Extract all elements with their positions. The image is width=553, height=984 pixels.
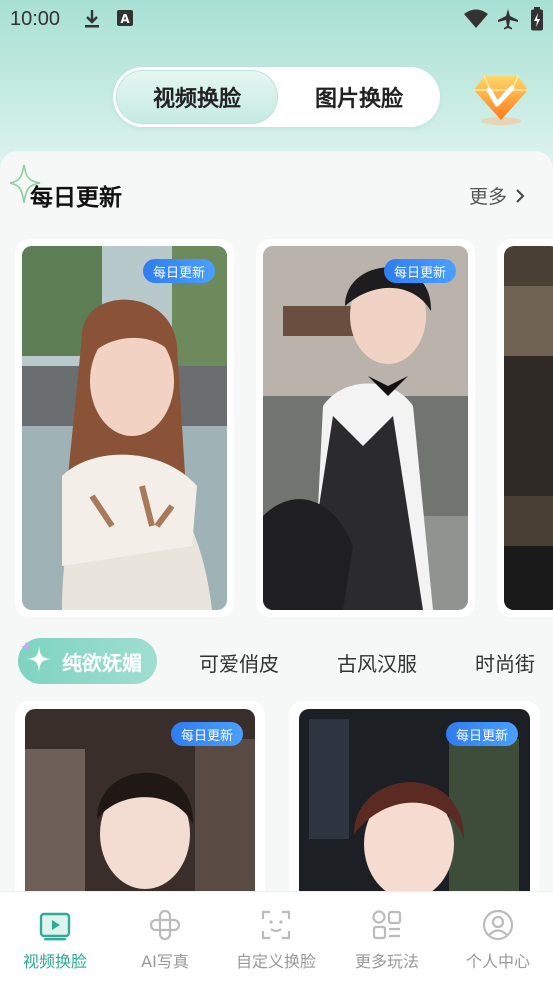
grid-more-icon: [372, 910, 402, 940]
nav-label: 自定义换脸: [235, 952, 316, 971]
status-bar: 10:00 A: [0, 0, 553, 38]
more-label: 更多: [468, 186, 507, 208]
battery-charging-icon: [531, 7, 543, 31]
nav-ai-portrait[interactable]: AI写真: [110, 892, 220, 984]
daily-update-title: 每日更新: [30, 185, 122, 211]
chevron-right-icon: [516, 188, 525, 203]
daily-card-3-image: [504, 246, 553, 610]
daily-more-link[interactable]: 更多: [469, 182, 525, 209]
template-card-2[interactable]: 每日更新: [289, 701, 540, 916]
status-time: 10:00: [10, 8, 61, 30]
profile-icon: [482, 909, 514, 941]
daily-update-tag: 每日更新: [142, 259, 215, 283]
daily-update-tag: 每日更新: [383, 259, 456, 283]
template-card-1-image: 每日更新: [25, 709, 255, 916]
face-scan-icon: [261, 910, 291, 940]
template-card-1[interactable]: 每日更新: [15, 701, 265, 916]
airplane-icon: [498, 9, 518, 30]
template-card-2-image: 每日更新: [299, 709, 530, 916]
sparkle-icon: [21, 641, 51, 672]
category-tab-cute[interactable]: 可爱俏皮: [199, 648, 279, 677]
svg-text:A: A: [120, 12, 130, 26]
daily-card-2-image: 每日更新: [263, 246, 468, 610]
nav-label: AI写真: [141, 952, 189, 971]
daily-update-tag: 每日更新: [170, 722, 243, 746]
daily-update-tag: 每日更新: [445, 722, 518, 746]
vip-diamond-icon[interactable]: [470, 66, 532, 128]
nav-custom-face-swap[interactable]: 自定义换脸: [221, 892, 331, 984]
bottom-navigation: 视频换脸 AI写真 自定义换脸 更多玩法 个人中心: [0, 891, 553, 984]
category-tab-hanfu[interactable]: 古风汉服: [337, 648, 417, 677]
video-icon: [39, 912, 71, 941]
nav-label: 视频换脸: [22, 952, 87, 971]
wifi-icon: [464, 9, 488, 28]
nav-label: 个人中心: [465, 952, 530, 971]
tab-image-face-swap[interactable]: 图片换脸: [281, 70, 437, 124]
tab-video-face-swap[interactable]: 视频换脸: [116, 70, 278, 124]
category-tab-fashion[interactable]: 时尚街: [475, 648, 553, 677]
face-swap-mode-switch: 视频换脸 图片换脸: [113, 67, 440, 127]
nav-video-face-swap[interactable]: 视频换脸: [0, 892, 110, 984]
download-icon: [85, 10, 99, 28]
daily-card-1-image: 每日更新: [22, 246, 227, 610]
nav-more-features[interactable]: 更多玩法: [332, 892, 442, 984]
daily-card-1[interactable]: 每日更新: [15, 239, 234, 617]
nav-label: 更多玩法: [354, 952, 419, 971]
daily-card-2[interactable]: 每日更新: [256, 239, 475, 617]
keyboard-a-icon: A: [117, 10, 133, 26]
nav-profile[interactable]: 个人中心: [443, 892, 553, 984]
ai-portrait-icon: [149, 909, 181, 941]
daily-card-3[interactable]: [497, 239, 553, 617]
